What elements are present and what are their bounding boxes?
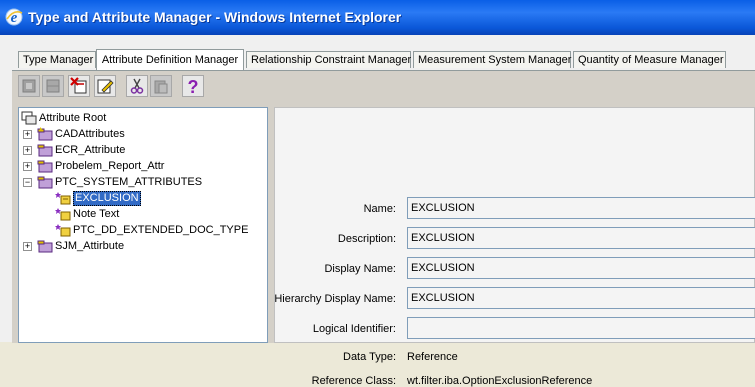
attribute-definition-panel: ? Attribute Root + CADAttributes + ECR_A… <box>12 70 755 387</box>
string-attribute-icon <box>55 224 71 237</box>
attribute-root-icon <box>21 111 37 125</box>
expand-icon[interactable]: + <box>23 130 32 139</box>
reference-attribute-icon <box>55 192 71 205</box>
organizer-folder-icon <box>37 160 53 173</box>
organizer-folder-icon <box>37 240 53 253</box>
new-organizer-icon <box>46 79 60 93</box>
help-icon: ? <box>188 77 199 95</box>
edit-icon <box>97 79 114 94</box>
cut-icon <box>130 78 144 94</box>
tree-item-label: CADAttributes <box>55 128 125 140</box>
string-attribute-icon <box>55 208 71 221</box>
name-label: Name: <box>363 203 396 215</box>
tree-item-label: Note Text <box>73 208 120 220</box>
organizer-folder-icon <box>37 176 53 189</box>
tree-item-label: PTC_DD_EXTENDED_DOC_TYPE <box>73 224 249 236</box>
delete-button[interactable] <box>68 75 90 97</box>
new-organizer-button[interactable] <box>42 75 64 97</box>
cut-button[interactable] <box>126 75 148 97</box>
expand-icon[interactable]: + <box>23 162 32 171</box>
data-type-label: Data Type: <box>343 351 396 363</box>
logical-identifier-label: Logical Identifier: <box>312 323 396 335</box>
new-attribute-icon <box>22 79 36 93</box>
paste-button[interactable] <box>150 75 172 97</box>
window-title: Type and Attribute Manager - Windows Int… <box>28 9 402 25</box>
tab-measurement-system-manager[interactable]: Measurement System Manager <box>413 51 571 68</box>
paste-icon <box>154 80 168 94</box>
expand-icon[interactable]: + <box>23 146 32 155</box>
expand-icon[interactable]: + <box>23 242 32 251</box>
help-button[interactable]: ? <box>182 75 204 97</box>
browser-content: Type Manager Attribute Definition Manage… <box>0 35 755 387</box>
hierarchy-display-name-label: Hierarchy Display Name: <box>274 293 396 305</box>
edit-button[interactable] <box>94 75 116 97</box>
tree-root-label: Attribute Root <box>39 112 107 124</box>
organizer-folder-icon <box>37 144 53 157</box>
hierarchy-display-name-field[interactable]: EXCLUSION <box>407 287 755 309</box>
collapse-icon[interactable]: − <box>23 178 32 187</box>
organizer-folder-icon <box>37 127 53 141</box>
window-titlebar[interactable]: e Type and Attribute Manager - Windows I… <box>0 0 755 35</box>
tree-item-label: ECR_Attribute <box>55 144 126 156</box>
delete-icon <box>70 77 87 94</box>
internet-explorer-icon: e <box>5 8 23 26</box>
tree-item-label: SJM_Attirbute <box>55 240 125 252</box>
tab-quantity-of-measure-manager[interactable]: Quantity of Measure Manager <box>573 51 726 68</box>
tab-type-manager[interactable]: Type Manager <box>18 51 96 68</box>
attribute-tree[interactable]: Attribute Root + CADAttributes + ECR_Att… <box>18 107 268 343</box>
tab-relationship-constraint-manager[interactable]: Relationship Constraint Manager <box>246 51 411 68</box>
new-attribute-button[interactable] <box>18 75 40 97</box>
tree-item-label: EXCLUSION <box>73 191 141 206</box>
reference-class-label: Reference Class: <box>311 375 396 387</box>
display-name-label: Display Name: <box>324 263 396 275</box>
tree-item-label: Probelem_Report_Attr <box>55 160 165 172</box>
data-type-value: Reference <box>407 351 458 363</box>
logical-identifier-field[interactable] <box>407 317 755 339</box>
name-field[interactable]: EXCLUSION <box>407 197 755 219</box>
attribute-details: Name: EXCLUSION Description: EXCLUSION D… <box>274 107 755 387</box>
tab-attribute-definition-manager[interactable]: Attribute Definition Manager <box>96 49 244 70</box>
svg-text:?: ? <box>188 77 199 95</box>
description-label: Description: <box>337 233 396 245</box>
display-name-field[interactable]: EXCLUSION <box>407 257 755 279</box>
reference-class-value: wt.filter.iba.OptionExclusionReference <box>407 375 593 387</box>
description-field[interactable]: EXCLUSION <box>407 227 755 249</box>
tree-item-label: PTC_SYSTEM_ATTRIBUTES <box>55 176 203 188</box>
